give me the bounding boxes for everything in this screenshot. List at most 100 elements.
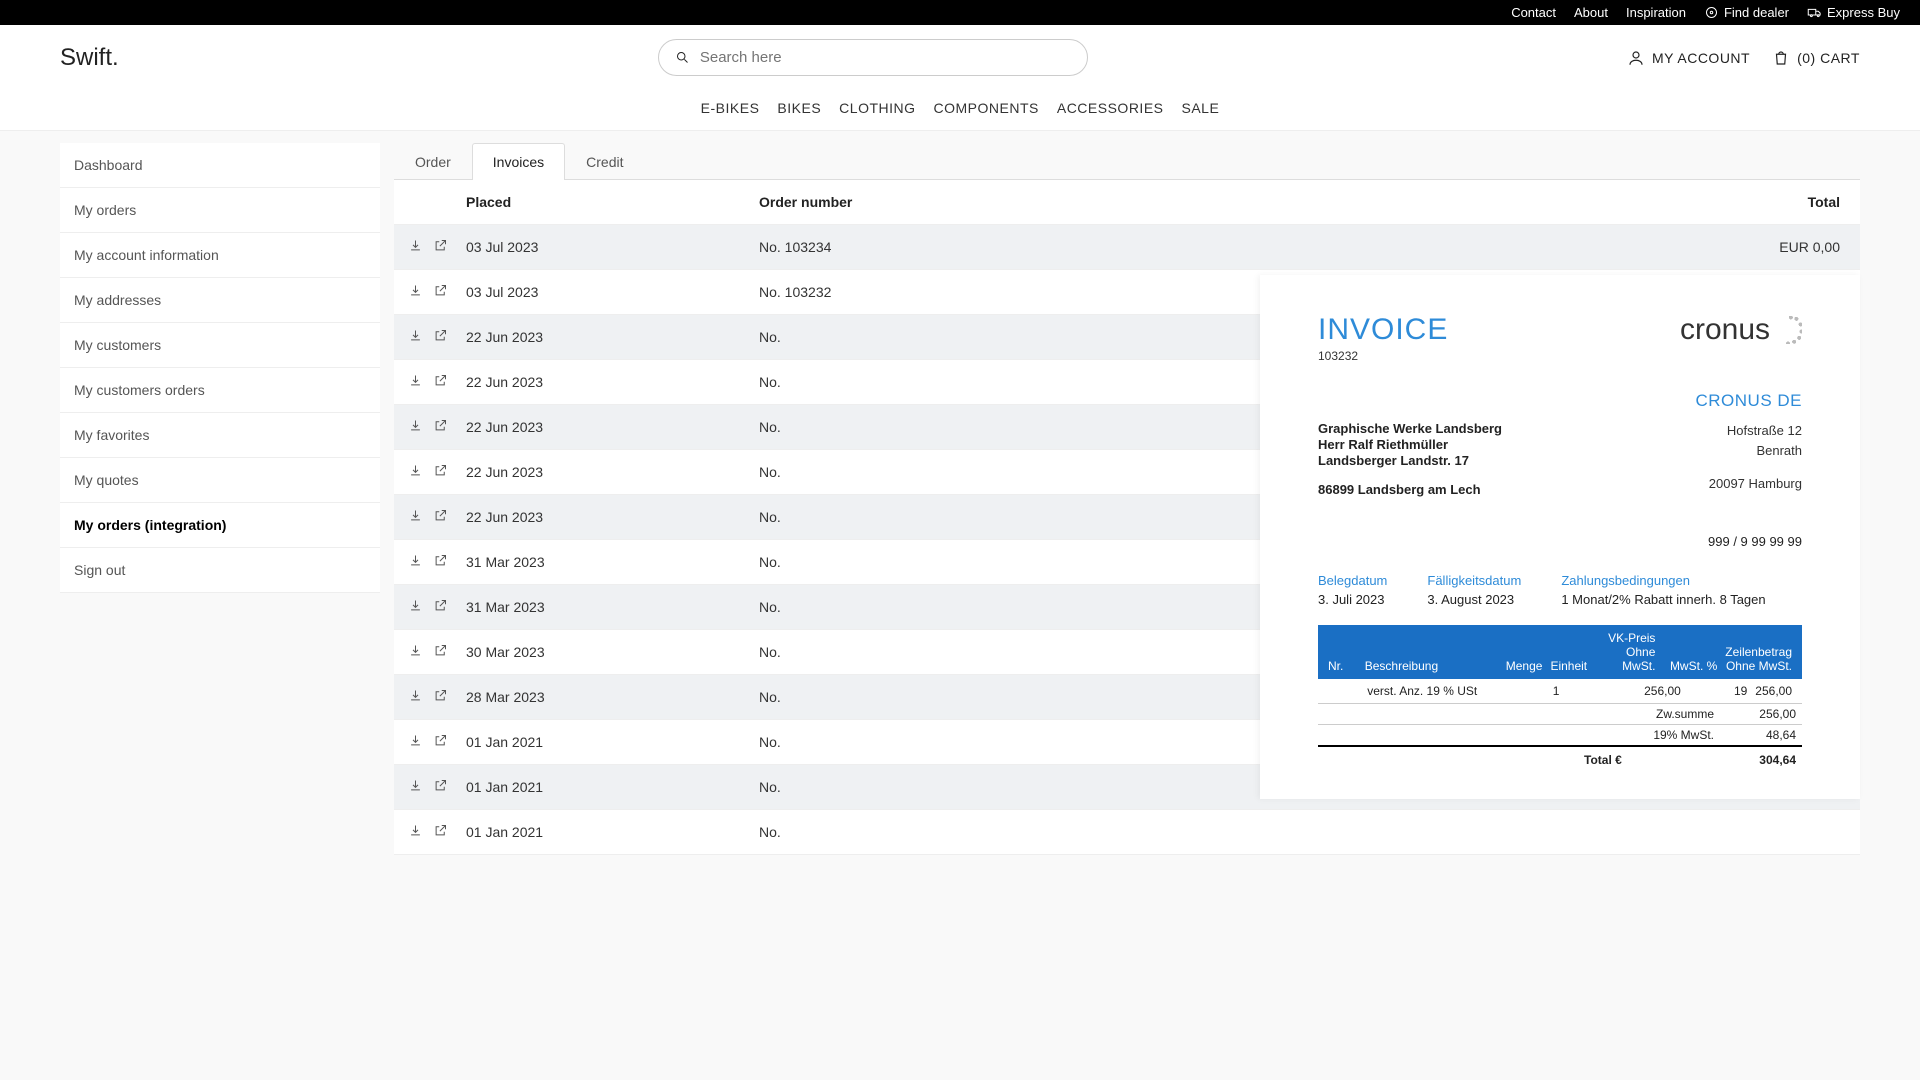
cell-placed: 01 Jan 2021 bbox=[466, 734, 759, 750]
open-external-icon[interactable] bbox=[433, 823, 448, 841]
vendor-logo: cronus bbox=[1680, 313, 1802, 347]
nav-bikes[interactable]: BIKES bbox=[777, 100, 821, 116]
cart-label: (0) CART bbox=[1797, 50, 1860, 66]
sidebar-item[interactable]: Dashboard bbox=[60, 143, 380, 188]
my-account-label: MY ACCOUNT bbox=[1652, 50, 1750, 66]
account-sidebar: DashboardMy ordersMy account information… bbox=[60, 143, 380, 593]
meta-terms-label: Zahlungsbedingungen bbox=[1561, 573, 1802, 588]
cell-placed: 31 Mar 2023 bbox=[466, 554, 759, 570]
tab[interactable]: Invoices bbox=[472, 143, 565, 180]
download-icon[interactable] bbox=[408, 778, 423, 796]
open-external-icon[interactable] bbox=[433, 778, 448, 796]
meta-due-label: Fälligkeitsdatum bbox=[1427, 573, 1521, 588]
download-icon[interactable] bbox=[408, 598, 423, 616]
cell-placed: 28 Mar 2023 bbox=[466, 689, 759, 705]
open-external-icon[interactable] bbox=[433, 688, 448, 706]
invoice-row[interactable]: 03 Jul 2023No. 103234EUR 0,00 bbox=[394, 225, 1860, 270]
open-external-icon[interactable] bbox=[433, 643, 448, 661]
cell-placed: 22 Jun 2023 bbox=[466, 374, 759, 390]
sidebar-item[interactable]: Sign out bbox=[60, 548, 380, 593]
download-icon[interactable] bbox=[408, 823, 423, 841]
contact-link[interactable]: Contact bbox=[1511, 5, 1556, 20]
sidebar-item[interactable]: My orders (integration) bbox=[60, 503, 380, 548]
vendor-logo-text: cronus bbox=[1680, 313, 1770, 347]
download-icon[interactable] bbox=[408, 418, 423, 436]
open-external-icon[interactable] bbox=[433, 733, 448, 751]
th-unit: Einheit bbox=[1546, 657, 1595, 675]
sidebar-item[interactable]: My addresses bbox=[60, 278, 380, 323]
company-name: CRONUS DE bbox=[1318, 391, 1802, 411]
my-account-link[interactable]: MY ACCOUNT bbox=[1627, 49, 1750, 67]
express-buy-link[interactable]: Express Buy bbox=[1807, 5, 1900, 20]
download-icon[interactable] bbox=[408, 733, 423, 751]
cell-total: EUR 0,00 bbox=[1700, 239, 1840, 255]
find-dealer-link[interactable]: Find dealer bbox=[1704, 5, 1789, 20]
download-icon[interactable] bbox=[408, 688, 423, 706]
search-box[interactable] bbox=[658, 39, 1088, 76]
open-external-icon[interactable] bbox=[433, 373, 448, 391]
download-icon[interactable] bbox=[408, 643, 423, 661]
open-external-icon[interactable] bbox=[433, 553, 448, 571]
open-external-icon[interactable] bbox=[433, 238, 448, 256]
cell-order-number: No. 103234 bbox=[759, 239, 1700, 255]
download-icon[interactable] bbox=[408, 328, 423, 346]
location-icon bbox=[1704, 5, 1719, 20]
open-external-icon[interactable] bbox=[433, 508, 448, 526]
sidebar-item[interactable]: My orders bbox=[60, 188, 380, 233]
nav-accessories[interactable]: ACCESSORIES bbox=[1057, 100, 1164, 116]
main-panel: OrderInvoicesCredit Placed Order number … bbox=[394, 143, 1860, 855]
sidebar-item[interactable]: My favorites bbox=[60, 413, 380, 458]
open-external-icon[interactable] bbox=[433, 328, 448, 346]
find-dealer-label: Find dealer bbox=[1724, 5, 1789, 20]
header-placed: Placed bbox=[466, 194, 759, 210]
line-qty: 1 bbox=[1510, 682, 1564, 700]
top-bar: Contact About Inspiration Find dealer Ex… bbox=[0, 0, 1920, 25]
tab[interactable]: Credit bbox=[565, 143, 644, 180]
cart-link[interactable]: (0) CART bbox=[1772, 49, 1860, 67]
total-label: Total € bbox=[1584, 753, 1622, 767]
sidebar-item[interactable]: My customers orders bbox=[60, 368, 380, 413]
download-icon[interactable] bbox=[408, 508, 423, 526]
th-line-total: Zeilenbetrag Ohne MwSt. bbox=[1721, 643, 1796, 675]
subtotal-value: 256,00 bbox=[1714, 707, 1796, 721]
download-icon[interactable] bbox=[408, 238, 423, 256]
bag-icon bbox=[1772, 49, 1790, 67]
nav-sale[interactable]: SALE bbox=[1182, 100, 1220, 116]
sidebar-item[interactable]: My customers bbox=[60, 323, 380, 368]
download-icon[interactable] bbox=[408, 463, 423, 481]
open-external-icon[interactable] bbox=[433, 463, 448, 481]
nav-clothing[interactable]: CLOTHING bbox=[839, 100, 915, 116]
sidebar-item[interactable]: My quotes bbox=[60, 458, 380, 503]
download-icon[interactable] bbox=[408, 553, 423, 571]
about-link[interactable]: About bbox=[1574, 5, 1608, 20]
open-external-icon[interactable] bbox=[433, 283, 448, 301]
user-icon bbox=[1627, 49, 1645, 67]
line-unit bbox=[1563, 682, 1616, 700]
vendor-logo-icon bbox=[1774, 316, 1802, 344]
nav-components[interactable]: COMPONENTS bbox=[934, 100, 1039, 116]
header-total: Total bbox=[1700, 194, 1840, 210]
search-input[interactable] bbox=[700, 49, 1071, 66]
bill-to-address: Graphische Werke Landsberg Herr Ralf Rie… bbox=[1318, 421, 1502, 498]
nav-ebikes[interactable]: E-BIKES bbox=[701, 100, 760, 116]
cell-placed: 01 Jan 2021 bbox=[466, 824, 759, 840]
cell-placed: 30 Mar 2023 bbox=[466, 644, 759, 660]
express-buy-label: Express Buy bbox=[1827, 5, 1900, 20]
download-icon[interactable] bbox=[408, 283, 423, 301]
download-icon[interactable] bbox=[408, 373, 423, 391]
subtotal-label: Zw.summe bbox=[1564, 707, 1714, 721]
inspiration-link[interactable]: Inspiration bbox=[1626, 5, 1686, 20]
line-total: 256,00 bbox=[1751, 682, 1796, 700]
site-logo[interactable]: Swift. bbox=[60, 44, 119, 72]
open-external-icon[interactable] bbox=[433, 418, 448, 436]
cell-placed: 31 Mar 2023 bbox=[466, 599, 759, 615]
invoice-row[interactable]: 01 Jan 2021No. bbox=[394, 810, 1860, 855]
sidebar-item[interactable]: My account information bbox=[60, 233, 380, 278]
invoice-meta: Belegdatum 3. Juli 2023 Fälligkeitsdatum… bbox=[1318, 573, 1802, 607]
invoice-title: INVOICE bbox=[1318, 313, 1448, 347]
th-nr: Nr. bbox=[1324, 657, 1361, 675]
tab[interactable]: Order bbox=[394, 143, 472, 180]
cell-placed: 22 Jun 2023 bbox=[466, 419, 759, 435]
open-external-icon[interactable] bbox=[433, 598, 448, 616]
meta-date-value: 3. Juli 2023 bbox=[1318, 592, 1387, 607]
